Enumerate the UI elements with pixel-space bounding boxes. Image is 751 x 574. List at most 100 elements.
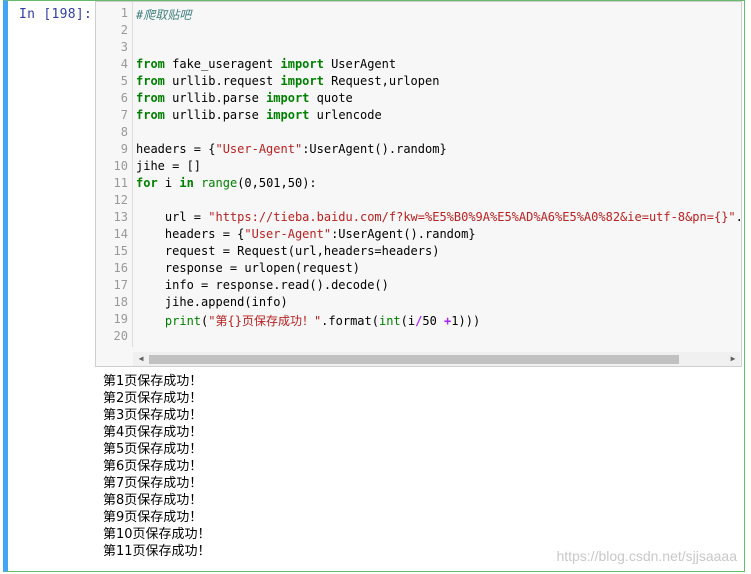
code-line[interactable]: headers = {"User-Agent":UserAgent().rand… bbox=[136, 227, 476, 241]
code-line[interactable]: jihe = [] bbox=[136, 159, 201, 173]
code-token: import bbox=[280, 74, 324, 88]
line-number: 15 bbox=[113, 244, 128, 258]
cell-output: 第1页保存成功！ 第2页保存成功！ 第3页保存成功！ 第4页保存成功！ 第5页保存成功！… bbox=[103, 373, 211, 560]
code-token: int bbox=[378, 314, 401, 328]
code-token: info = response.read().decode() bbox=[136, 278, 389, 292]
output-line: 第2页保存成功！ bbox=[103, 391, 203, 406]
output-line: 第4页保存成功！ bbox=[103, 425, 203, 440]
output-line: 第9页保存成功！ bbox=[103, 510, 203, 525]
code-token: from bbox=[136, 74, 165, 88]
line-number: 9 bbox=[120, 142, 128, 156]
code-token: "User-Agent" bbox=[215, 142, 303, 156]
input-prompt: In [198]: bbox=[19, 7, 93, 22]
code-token: i bbox=[157, 176, 180, 190]
code-token: response = urlopen(request) bbox=[136, 261, 360, 275]
output-line: 第8页保存成功！ bbox=[103, 493, 203, 508]
code-token: .format( bbox=[321, 314, 379, 328]
code-line[interactable]: for i in range(0,501,50): bbox=[136, 176, 317, 190]
output-line: 第6页保存成功！ bbox=[103, 459, 203, 474]
output-line: 第1页保存成功！ bbox=[103, 374, 203, 389]
horizontal-scrollbar[interactable]: ◀ ▶ bbox=[133, 352, 740, 366]
line-number: 10 bbox=[113, 159, 128, 173]
code-token: :UserAgent().random} bbox=[302, 142, 447, 156]
line-number: 1 bbox=[120, 6, 128, 20]
code-token: urllib.request bbox=[164, 74, 281, 88]
code-line[interactable]: url = "https://tieba.baidu.com/f?kw=%E5%… bbox=[136, 210, 741, 224]
line-number: 3 bbox=[120, 40, 128, 54]
code-line[interactable]: info = response.read().decode() bbox=[136, 278, 389, 292]
code-token: request = Request(url,headers=headers) bbox=[136, 244, 440, 258]
code-token: .fo bbox=[736, 210, 741, 224]
code-token: import bbox=[280, 57, 324, 71]
code-token: print bbox=[164, 314, 202, 328]
code-token: in bbox=[179, 176, 194, 190]
code-token: import bbox=[266, 91, 310, 105]
line-number: 17 bbox=[113, 278, 128, 292]
code-token: quote bbox=[309, 91, 353, 105]
line-number: 18 bbox=[113, 295, 128, 309]
code-token: from bbox=[136, 57, 165, 71]
code-line[interactable]: request = Request(url,headers=headers) bbox=[136, 244, 440, 258]
code-token: jihe = [] bbox=[136, 159, 202, 173]
line-number: 20 bbox=[113, 329, 128, 343]
line-number: 11 bbox=[113, 176, 128, 190]
code-token: for bbox=[136, 176, 158, 190]
code-token: import bbox=[266, 108, 310, 122]
code-cell[interactable]: In [198]: 1 #爬取贴吧 2 3 4 from fake_useragent i… bbox=[3, 0, 745, 572]
code-token: url = bbox=[136, 210, 209, 224]
line-number: 2 bbox=[120, 23, 128, 37]
code-token: #爬取贴吧 bbox=[136, 8, 192, 22]
watermark: https://blog.csdn.net/sjjsaaaa bbox=[556, 548, 737, 564]
line-number: 12 bbox=[113, 193, 128, 207]
output-line: 第7页保存成功！ bbox=[103, 476, 203, 491]
code-token: "第{}页保存成功！" bbox=[208, 314, 322, 328]
code-line[interactable]: from urllib.parse import quote bbox=[136, 91, 353, 105]
code-token: Request,urlopen bbox=[323, 74, 440, 88]
code-line[interactable]: #爬取贴吧 bbox=[136, 6, 191, 23]
code-line[interactable]: response = urlopen(request) bbox=[136, 261, 360, 275]
line-number: 6 bbox=[120, 91, 128, 105]
output-line: 第5页保存成功！ bbox=[103, 442, 203, 457]
scrollbar-thumb[interactable] bbox=[149, 355, 679, 364]
code-token: (0,501,50): bbox=[237, 176, 317, 190]
output-line: 第3页保存成功！ bbox=[103, 408, 203, 423]
code-line[interactable]: from urllib.request import Request,urlop… bbox=[136, 74, 439, 88]
arrow-right-icon[interactable]: ▶ bbox=[728, 353, 738, 365]
code-token: jihe.append(info) bbox=[136, 295, 288, 309]
line-number: 5 bbox=[120, 74, 128, 88]
code-token: from bbox=[136, 91, 165, 105]
line-number: 13 bbox=[113, 210, 128, 224]
line-number: 16 bbox=[113, 261, 128, 275]
line-number: 7 bbox=[120, 108, 128, 122]
code-token: fake_useragent bbox=[164, 57, 281, 71]
code-editor[interactable]: 1 #爬取贴吧 2 3 4 from fake_useragent import User… bbox=[95, 1, 742, 367]
code-token: headers = { bbox=[136, 142, 216, 156]
code-token: "https://tieba.baidu.com/f?kw=%E5%B0%9A%… bbox=[208, 210, 736, 224]
code-line[interactable]: headers = {"User-Agent":UserAgent().rand… bbox=[136, 142, 447, 156]
code-token: urlencode bbox=[309, 108, 382, 122]
code-token: (i bbox=[400, 314, 416, 328]
code-token: "User-Agent" bbox=[244, 227, 332, 241]
code-line[interactable]: from urllib.parse import urlencode bbox=[136, 108, 382, 122]
code-line[interactable]: from fake_useragent import UserAgent bbox=[136, 57, 396, 71]
code-token: urllib.parse bbox=[164, 108, 267, 122]
code-line[interactable]: jihe.append(info) bbox=[136, 295, 288, 309]
code-token: 50 bbox=[422, 314, 445, 328]
code-token: range bbox=[201, 176, 238, 190]
output-line: 第11页保存成功！ bbox=[103, 544, 211, 559]
line-number: 14 bbox=[113, 227, 128, 241]
arrow-left-icon[interactable]: ◀ bbox=[136, 353, 146, 365]
code-token: headers = { bbox=[136, 227, 245, 241]
code-token: UserAgent bbox=[323, 57, 397, 71]
output-line: 第10页保存成功！ bbox=[103, 527, 211, 542]
code-token: from bbox=[136, 108, 165, 122]
line-number: 19 bbox=[113, 312, 128, 326]
code-line[interactable]: print("第{}页保存成功！".format(int(i/50 +1))) bbox=[136, 312, 480, 329]
code-token: :UserAgent().random} bbox=[331, 227, 476, 241]
line-number: 4 bbox=[120, 57, 128, 71]
code-token: urllib.parse bbox=[164, 91, 267, 105]
line-number: 8 bbox=[120, 125, 128, 139]
code-token: 1))) bbox=[451, 314, 481, 328]
